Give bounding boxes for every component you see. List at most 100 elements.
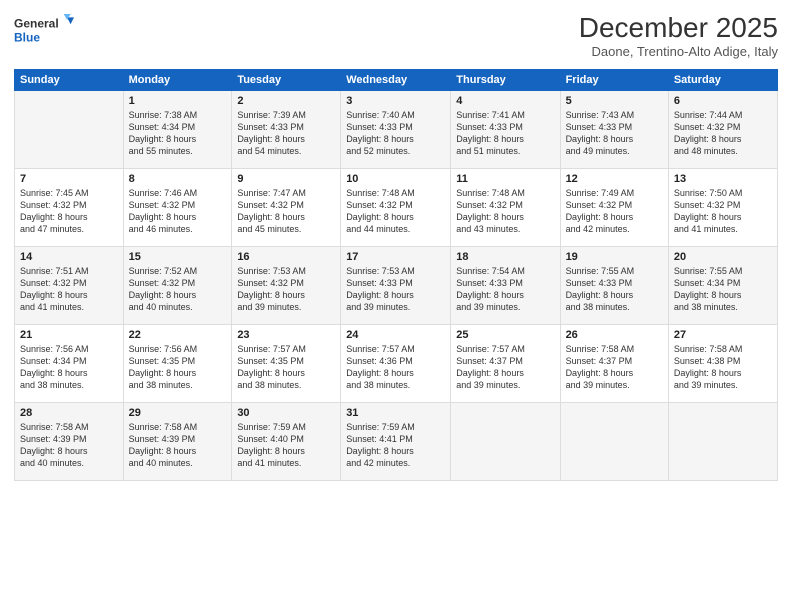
day-info: Sunrise: 7:51 AM Sunset: 4:32 PM Dayligh… — [20, 265, 118, 314]
calendar-cell: 25 Sunrise: 7:57 AM Sunset: 4:37 PM Dayli… — [451, 325, 560, 403]
day-info: Sunrise: 7:44 AM Sunset: 4:32 PM Dayligh… — [674, 109, 772, 158]
day-number: 18 — [456, 251, 554, 263]
day-number: 7 — [20, 173, 118, 185]
day-info: Sunrise: 7:56 AM Sunset: 4:35 PM Dayligh… — [129, 343, 227, 392]
calendar-cell: 14 Sunrise: 7:51 AM Sunset: 4:32 PM Dayli… — [15, 247, 124, 325]
weekday-header: Wednesday — [341, 70, 451, 91]
day-info: Sunrise: 7:53 AM Sunset: 4:32 PM Dayligh… — [237, 265, 335, 314]
subtitle: Daone, Trentino-Alto Adige, Italy — [579, 44, 778, 59]
calendar-table: SundayMondayTuesdayWednesdayThursdayFrid… — [14, 69, 778, 481]
calendar-cell: 28 Sunrise: 7:58 AM Sunset: 4:39 PM Dayli… — [15, 403, 124, 481]
day-info: Sunrise: 7:52 AM Sunset: 4:32 PM Dayligh… — [129, 265, 227, 314]
calendar-cell: 29Sunrise: 7:58 AM Sunset: 4:39 PM Dayli… — [123, 403, 232, 481]
day-info: Sunrise: 7:59 AM Sunset: 4:40 PM Dayligh… — [237, 421, 335, 470]
day-number: 14 — [20, 251, 118, 263]
calendar-cell: 8 Sunrise: 7:46 AM Sunset: 4:32 PM Daylig… — [123, 169, 232, 247]
day-number: 2 — [237, 95, 335, 107]
day-number: 3 — [346, 95, 445, 107]
header: General Blue December 2025 Daone, Trenti… — [14, 12, 778, 59]
svg-text:General: General — [14, 17, 59, 31]
svg-text:Blue: Blue — [14, 30, 40, 44]
day-number: 17 — [346, 251, 445, 263]
day-info: Sunrise: 7:57 AM Sunset: 4:36 PM Dayligh… — [346, 343, 445, 392]
day-info: Sunrise: 7:39 AM Sunset: 4:33 PM Dayligh… — [237, 109, 335, 158]
calendar-cell: 7 Sunrise: 7:45 AM Sunset: 4:32 PM Daylig… — [15, 169, 124, 247]
day-number: 28 — [20, 407, 118, 419]
day-info: Sunrise: 7:55 AM Sunset: 4:33 PM Dayligh… — [566, 265, 663, 314]
day-info: Sunrise: 7:38 AM Sunset: 4:34 PM Dayligh… — [129, 109, 227, 158]
weekday-header: Tuesday — [232, 70, 341, 91]
calendar-cell: 30 Sunrise: 7:59 AM Sunset: 4:40 PM Dayli… — [232, 403, 341, 481]
calendar-cell: 27 Sunrise: 7:58 AM Sunset: 4:38 PM Dayli… — [668, 325, 777, 403]
calendar-cell: 9Sunrise: 7:47 AM Sunset: 4:32 PM Daylig… — [232, 169, 341, 247]
day-info: Sunrise: 7:58 AM Sunset: 4:39 PM Dayligh… — [20, 421, 118, 470]
day-info: Sunrise: 7:41 AM Sunset: 4:33 PM Dayligh… — [456, 109, 554, 158]
calendar-cell: 21 Sunrise: 7:56 AM Sunset: 4:34 PM Dayli… — [15, 325, 124, 403]
calendar-cell: 17 Sunrise: 7:53 AM Sunset: 4:33 PM Dayli… — [341, 247, 451, 325]
calendar-cell: 11 Sunrise: 7:48 AM Sunset: 4:32 PM Dayli… — [451, 169, 560, 247]
day-number: 23 — [237, 329, 335, 341]
weekday-header: Friday — [560, 70, 668, 91]
day-number: 5 — [566, 95, 663, 107]
title-block: December 2025 Daone, Trentino-Alto Adige… — [579, 12, 778, 59]
day-number: 13 — [674, 173, 772, 185]
day-info: Sunrise: 7:57 AM Sunset: 4:35 PM Dayligh… — [237, 343, 335, 392]
calendar-cell: 3 Sunrise: 7:40 AM Sunset: 4:33 PM Daylig… — [341, 91, 451, 169]
day-number: 21 — [20, 329, 118, 341]
month-title: December 2025 — [579, 12, 778, 44]
calendar-cell: 5 Sunrise: 7:43 AM Sunset: 4:33 PM Daylig… — [560, 91, 668, 169]
day-info: Sunrise: 7:53 AM Sunset: 4:33 PM Dayligh… — [346, 265, 445, 314]
day-number: 1 — [129, 95, 227, 107]
day-info: Sunrise: 7:40 AM Sunset: 4:33 PM Dayligh… — [346, 109, 445, 158]
day-number: 19 — [566, 251, 663, 263]
calendar-cell: 15 Sunrise: 7:52 AM Sunset: 4:32 PM Dayli… — [123, 247, 232, 325]
calendar-cell: 24 Sunrise: 7:57 AM Sunset: 4:36 PM Dayli… — [341, 325, 451, 403]
calendar-cell: 6 Sunrise: 7:44 AM Sunset: 4:32 PM Daylig… — [668, 91, 777, 169]
day-info: Sunrise: 7:43 AM Sunset: 4:33 PM Dayligh… — [566, 109, 663, 158]
calendar-cell: 16 Sunrise: 7:53 AM Sunset: 4:32 PM Dayli… — [232, 247, 341, 325]
calendar-cell: 22 Sunrise: 7:56 AM Sunset: 4:35 PM Dayli… — [123, 325, 232, 403]
logo: General Blue — [14, 12, 74, 52]
day-number: 10 — [346, 173, 445, 185]
day-info: Sunrise: 7:45 AM Sunset: 4:32 PM Dayligh… — [20, 187, 118, 236]
day-info: Sunrise: 7:54 AM Sunset: 4:33 PM Dayligh… — [456, 265, 554, 314]
day-number: 11 — [456, 173, 554, 185]
weekday-header: Thursday — [451, 70, 560, 91]
day-number: 30 — [237, 407, 335, 419]
day-number: 16 — [237, 251, 335, 263]
day-number: 4 — [456, 95, 554, 107]
day-number: 15 — [129, 251, 227, 263]
day-number: 22 — [129, 329, 227, 341]
calendar-cell: 13Sunrise: 7:50 AM Sunset: 4:32 PM Dayli… — [668, 169, 777, 247]
calendar-cell — [668, 403, 777, 481]
calendar-cell: 1 Sunrise: 7:38 AM Sunset: 4:34 PM Daylig… — [123, 91, 232, 169]
calendar-cell: 20Sunrise: 7:55 AM Sunset: 4:34 PM Dayli… — [668, 247, 777, 325]
day-number: 27 — [674, 329, 772, 341]
calendar-cell — [451, 403, 560, 481]
calendar-cell: 19 Sunrise: 7:55 AM Sunset: 4:33 PM Dayli… — [560, 247, 668, 325]
day-number: 12 — [566, 173, 663, 185]
day-number: 6 — [674, 95, 772, 107]
weekday-header: Sunday — [15, 70, 124, 91]
day-info: Sunrise: 7:55 AM Sunset: 4:34 PM Dayligh… — [674, 265, 772, 314]
day-info: Sunrise: 7:57 AM Sunset: 4:37 PM Dayligh… — [456, 343, 554, 392]
day-info: Sunrise: 7:56 AM Sunset: 4:34 PM Dayligh… — [20, 343, 118, 392]
day-number: 9 — [237, 173, 335, 185]
day-number: 26 — [566, 329, 663, 341]
calendar-cell: 18 Sunrise: 7:54 AM Sunset: 4:33 PM Dayli… — [451, 247, 560, 325]
day-number: 8 — [129, 173, 227, 185]
calendar-cell: 23 Sunrise: 7:57 AM Sunset: 4:35 PM Dayli… — [232, 325, 341, 403]
day-info: Sunrise: 7:46 AM Sunset: 4:32 PM Dayligh… — [129, 187, 227, 236]
weekday-header: Monday — [123, 70, 232, 91]
day-info: Sunrise: 7:48 AM Sunset: 4:32 PM Dayligh… — [456, 187, 554, 236]
day-info: Sunrise: 7:58 AM Sunset: 4:38 PM Dayligh… — [674, 343, 772, 392]
logo-svg: General Blue — [14, 12, 74, 52]
calendar-cell — [560, 403, 668, 481]
day-number: 25 — [456, 329, 554, 341]
day-number: 24 — [346, 329, 445, 341]
day-info: Sunrise: 7:48 AM Sunset: 4:32 PM Dayligh… — [346, 187, 445, 236]
calendar-cell: 10 Sunrise: 7:48 AM Sunset: 4:32 PM Dayli… — [341, 169, 451, 247]
calendar-cell: 26Sunrise: 7:58 AM Sunset: 4:37 PM Dayli… — [560, 325, 668, 403]
calendar-cell — [15, 91, 124, 169]
calendar-cell: 4 Sunrise: 7:41 AM Sunset: 4:33 PM Daylig… — [451, 91, 560, 169]
